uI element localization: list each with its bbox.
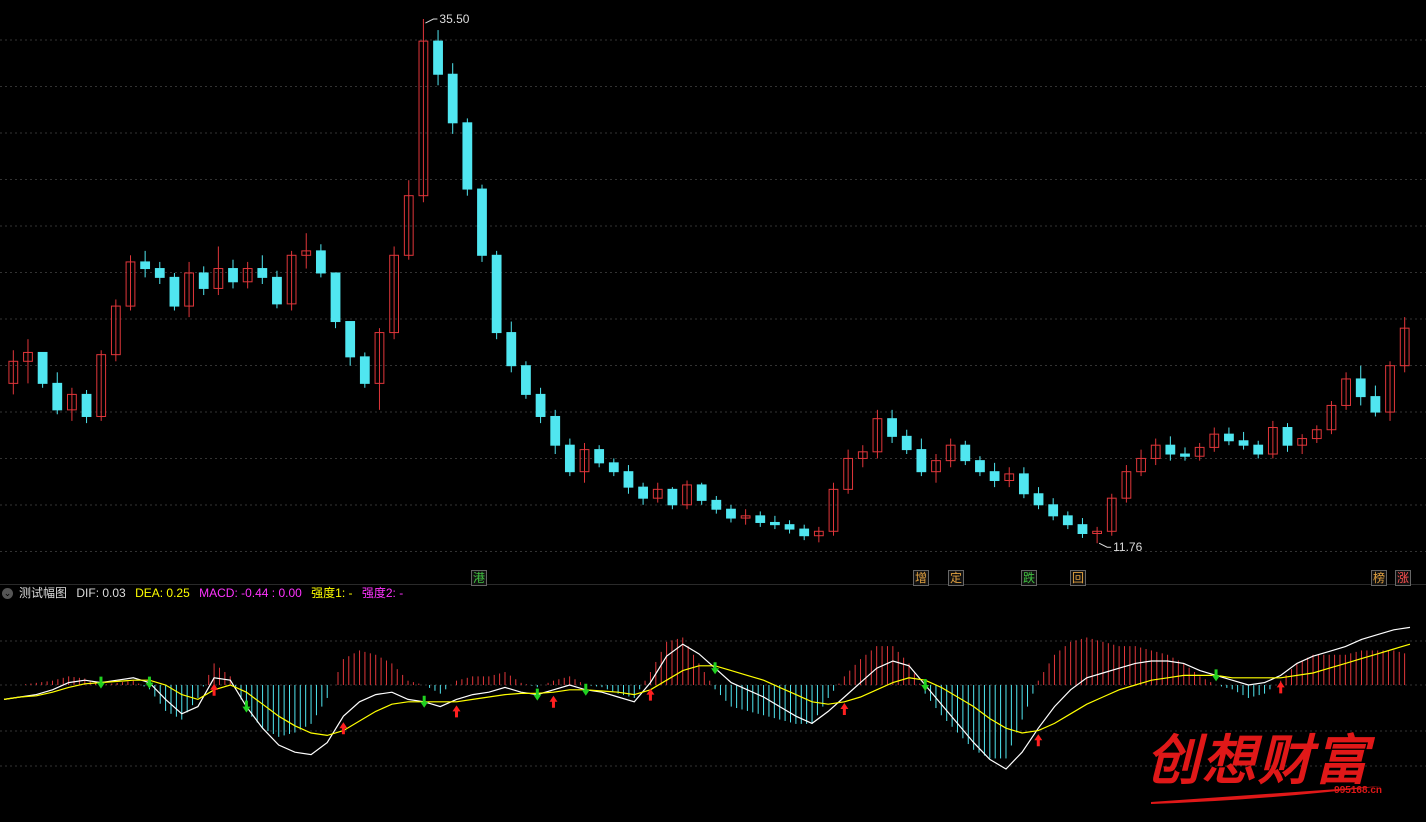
- buy-arrow-icon: [452, 705, 461, 718]
- low-pointer: [1098, 542, 1112, 548]
- candle-body: [1224, 433, 1234, 442]
- candle-body: [916, 449, 927, 473]
- candle-body: [447, 73, 458, 124]
- candle-body: [169, 276, 180, 307]
- candle-body: [52, 382, 63, 411]
- candle-body: [594, 449, 605, 464]
- candle-body: [667, 488, 678, 506]
- candle-body: [638, 486, 648, 499]
- candle-body: [535, 393, 546, 417]
- candle-body: [140, 261, 151, 270]
- event-tag[interactable]: 定: [948, 570, 965, 586]
- sell-arrow-icon: [1212, 669, 1221, 682]
- event-tag[interactable]: 港: [471, 570, 488, 586]
- candle-body: [784, 524, 795, 530]
- candle-body: [726, 508, 736, 519]
- candle-body: [1077, 524, 1088, 535]
- candle-body: [1355, 378, 1366, 398]
- candle-body: [1282, 427, 1293, 446]
- buy-arrow-icon: [339, 722, 348, 735]
- candle-body: [477, 188, 487, 256]
- candle-body: [989, 471, 1000, 482]
- strength1-readout: 强度1: -: [311, 586, 353, 600]
- candle-body: [711, 499, 722, 510]
- event-tag[interactable]: 增: [913, 570, 930, 586]
- dif-readout: DIF: 0.03: [76, 586, 126, 600]
- candle-body: [433, 40, 443, 75]
- candlestick-chart[interactable]: 35.50 11.76: [0, 0, 1426, 585]
- candle-body: [81, 393, 92, 417]
- buy-arrow-icon: [210, 683, 219, 696]
- candle-body: [564, 444, 575, 473]
- indicator-name[interactable]: 测试幅图: [19, 586, 67, 600]
- candle-body: [272, 276, 282, 305]
- candle-body: [755, 515, 766, 523]
- event-tag[interactable]: 回: [1070, 570, 1087, 586]
- candle-body: [1048, 504, 1059, 517]
- candle-body: [696, 484, 707, 501]
- buy-arrow-icon: [840, 703, 849, 715]
- high-pointer: [425, 18, 438, 24]
- macd-readout: MACD: -0.44 : 0.00: [199, 586, 302, 600]
- candle-body: [960, 444, 971, 462]
- buy-arrow-icon: [1034, 734, 1043, 747]
- sell-arrow-icon: [711, 662, 720, 675]
- indicator-legend: ⌄ 测试幅图 DIF: 0.03 DEA: 0.25 MACD: -0.44 : …: [0, 585, 1426, 601]
- candle-body: [330, 272, 341, 323]
- candle-body: [1165, 444, 1176, 455]
- candle-body: [198, 272, 209, 289]
- strength2-readout: 强度2: -: [361, 586, 404, 600]
- candle-body: [1238, 440, 1249, 446]
- candle-body: [37, 351, 48, 384]
- low-label: 11.76: [1113, 540, 1142, 554]
- candle-body: [228, 268, 238, 283]
- dea-readout: DEA: 0.25: [135, 586, 190, 600]
- candle-body: [608, 462, 619, 473]
- buy-arrow-icon: [549, 695, 558, 708]
- event-tag[interactable]: 涨: [1395, 570, 1412, 586]
- candle-body: [257, 268, 268, 278]
- candle-body: [1370, 396, 1381, 413]
- candle-body: [550, 415, 561, 446]
- candle-body: [887, 418, 897, 437]
- candle-body: [491, 254, 502, 334]
- candle-body: [975, 460, 985, 473]
- candle-body: [154, 268, 165, 278]
- candle-body: [521, 365, 531, 395]
- candle-body: [1033, 493, 1044, 506]
- watermark-logo: 创想财富 995168.cn: [1146, 716, 1386, 806]
- candle-body: [799, 528, 810, 537]
- candle-body: [1180, 453, 1190, 457]
- candle-body: [623, 471, 634, 488]
- candle-body: [506, 332, 517, 367]
- chart-stage[interactable]: 35.50 11.76 ⌄ 测试幅图 DIF: 0.03 DEA: 0.25 MAC…: [0, 0, 1426, 822]
- candle-body: [359, 356, 370, 384]
- candle-body: [1253, 444, 1264, 455]
- sell-arrow-icon: [145, 676, 154, 689]
- candle-body: [770, 521, 780, 526]
- high-label: 35.50: [439, 12, 469, 26]
- candle-body: [901, 435, 912, 451]
- buy-arrow-icon: [1276, 681, 1285, 694]
- candle-body: [462, 122, 473, 190]
- candle-body: [1062, 515, 1073, 526]
- collapse-icon[interactable]: ⌄: [2, 588, 13, 600]
- event-tag[interactable]: 跌: [1021, 570, 1038, 586]
- candle-body: [1018, 473, 1029, 495]
- watermark-url: 995168.cn: [1334, 785, 1382, 796]
- event-tag[interactable]: 榜: [1371, 570, 1388, 586]
- candle-body: [315, 250, 326, 274]
- candle-body: [345, 321, 356, 358]
